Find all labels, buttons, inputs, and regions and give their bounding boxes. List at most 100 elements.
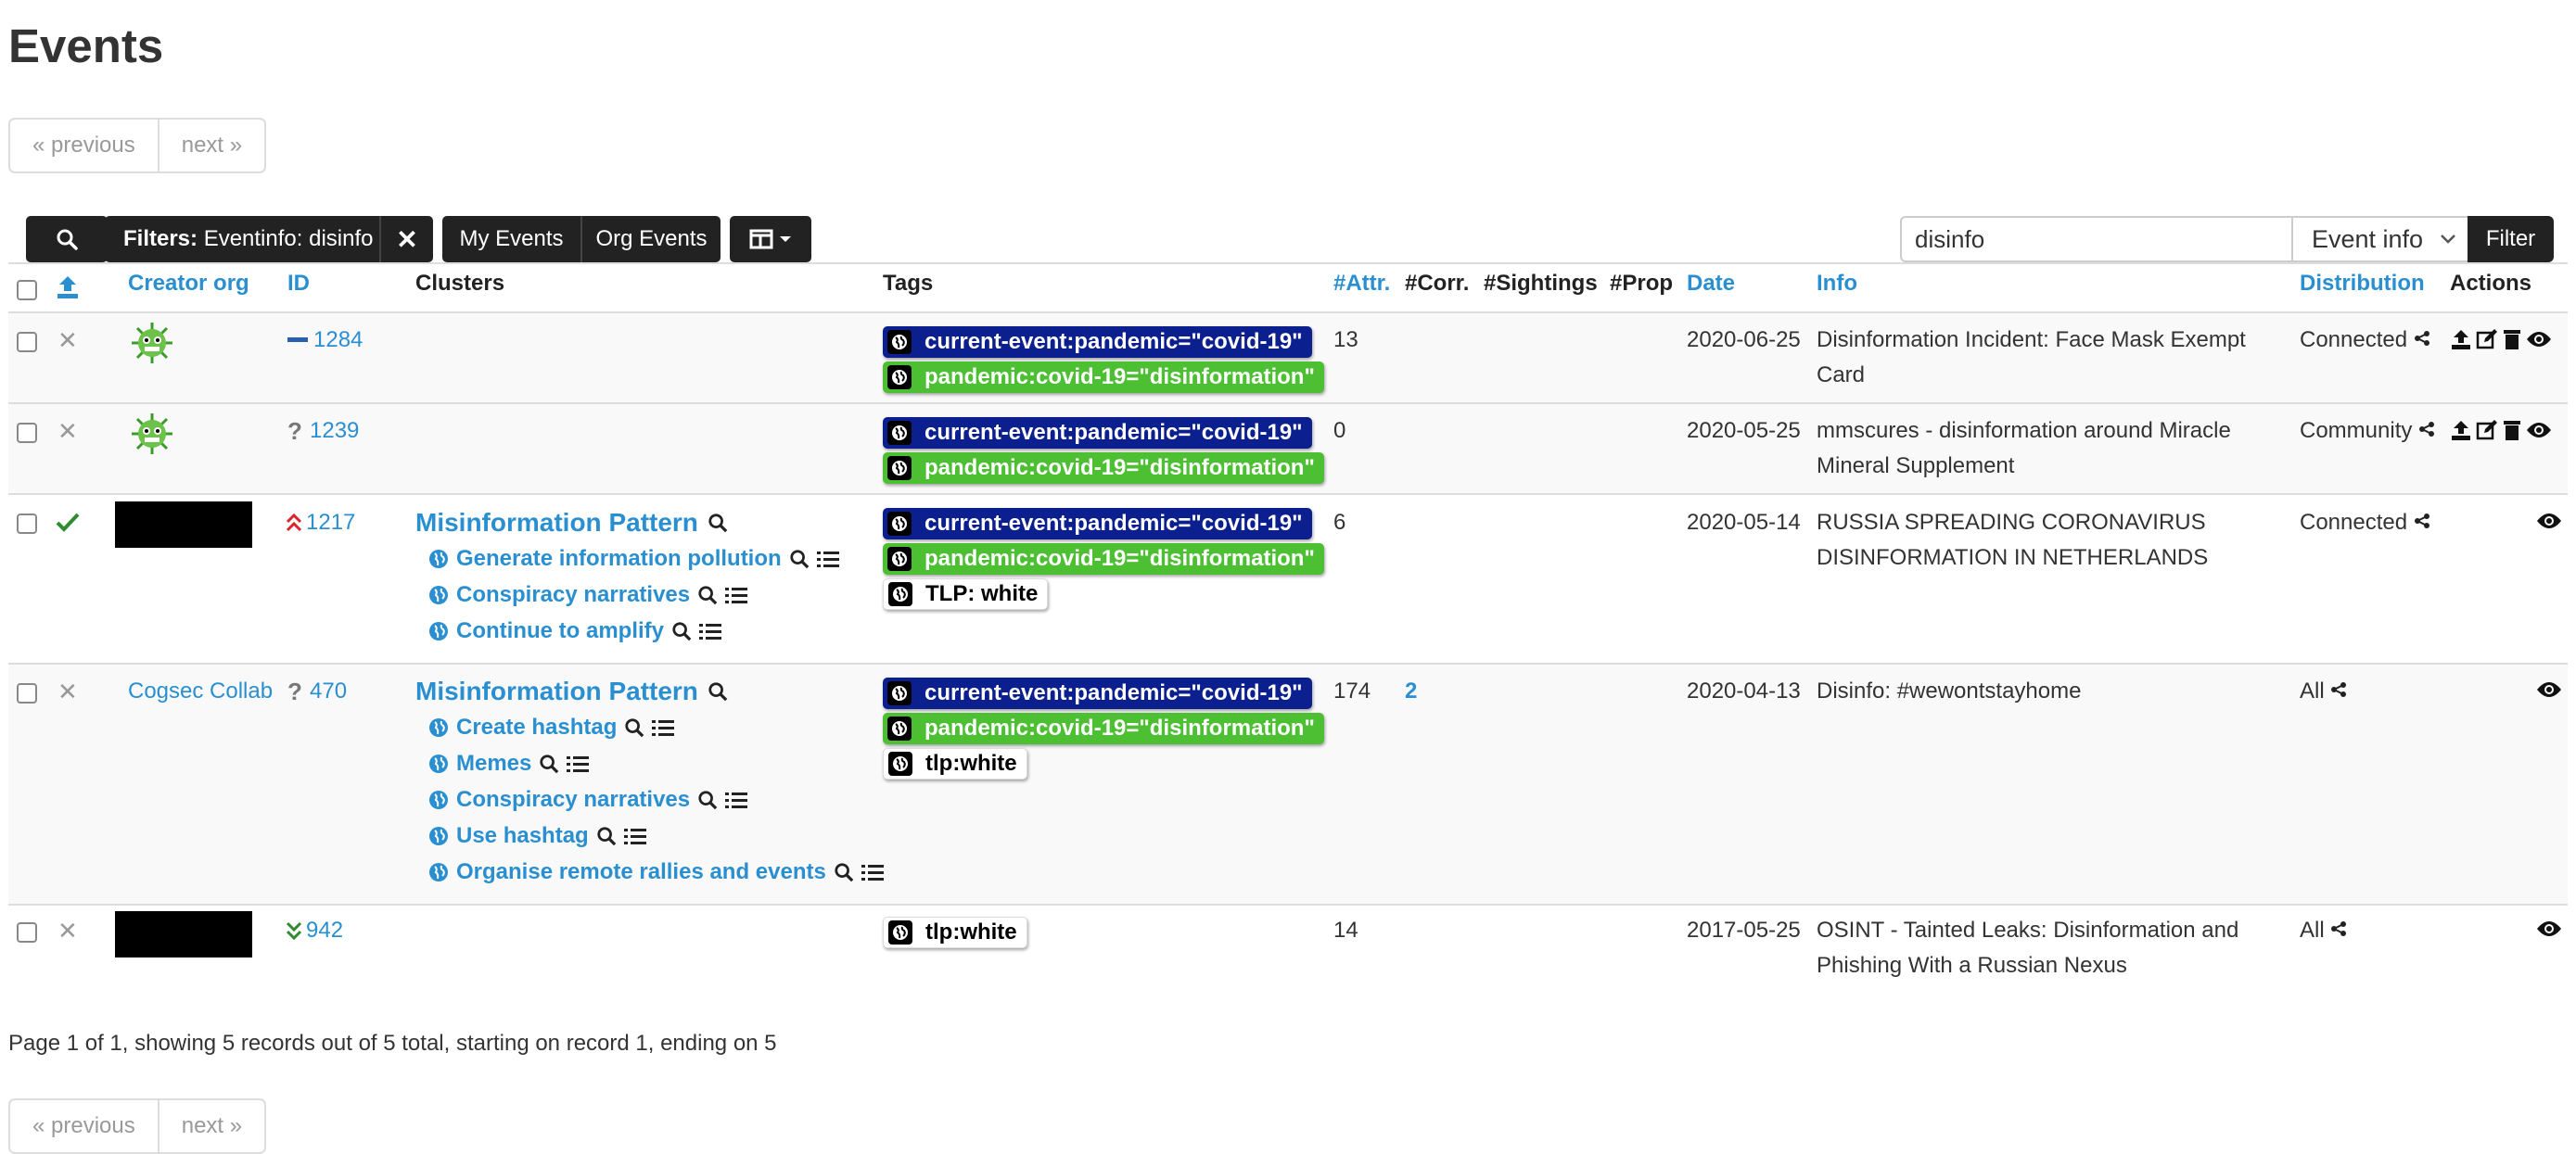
cluster-item[interactable]: Conspiracy narratives [428, 582, 748, 608]
globe-icon [428, 826, 449, 846]
column-header-attributes[interactable]: #Attr. [1333, 271, 1390, 297]
column-header-proposals: #Prop [1610, 271, 1674, 296]
clear-filters-close-icon[interactable]: ✕ [379, 216, 433, 262]
row-checkbox[interactable] [17, 514, 37, 534]
view-eye-icon[interactable] [2536, 919, 2562, 938]
event-id-link[interactable]: 1239 [310, 413, 359, 449]
distribution-value: Community [2300, 413, 2435, 449]
view-eye-icon[interactable] [2536, 512, 2562, 530]
correlation-count-link[interactable]: 2 [1405, 674, 1417, 709]
column-header-date[interactable]: Date [1687, 271, 1735, 297]
quick-search-input[interactable] [1900, 216, 2293, 262]
next-page-link[interactable]: next » [157, 120, 264, 171]
tag-label: TLP: white [925, 581, 1039, 606]
event-info: OSINT - Tainted Leaks: Disinformation an… [1817, 918, 2239, 978]
tag-pill[interactable]: current-event:pandemic="covid-19" [883, 326, 1312, 358]
tag-label: pandemic:covid-19="disinformation" [925, 364, 1315, 389]
previous-page-link[interactable]: « previous [10, 120, 158, 171]
columns-toggle-button[interactable] [730, 216, 811, 262]
column-header-creator-org[interactable]: Creator org [128, 271, 249, 297]
event-info: Disinformation Incident: Face Mask Exemp… [1817, 327, 2246, 387]
tag-pill[interactable]: pandemic:covid-19="disinformation" [883, 543, 1324, 575]
row-actions [2450, 419, 2552, 441]
tag-pill[interactable]: tlp:white [883, 748, 1027, 780]
view-eye-icon[interactable] [2526, 421, 2552, 439]
search-icon [697, 790, 718, 810]
unpublished-x-icon: ✕ [57, 326, 78, 354]
search-field-select[interactable]: Event info [2291, 216, 2469, 262]
tag-pill[interactable]: pandemic:covid-19="disinformation" [883, 452, 1324, 484]
distribution-value: All [2300, 913, 2347, 948]
event-id-link[interactable]: 470 [310, 674, 347, 709]
list-icon [816, 550, 839, 568]
row-checkbox[interactable] [17, 922, 37, 943]
view-eye-icon[interactable] [2526, 330, 2552, 349]
globe-icon [887, 456, 912, 480]
attribute-count: 14 [1333, 918, 1358, 943]
list-icon [623, 827, 646, 845]
published-sort-icon[interactable] [56, 274, 80, 300]
attribute-count: 6 [1333, 510, 1346, 535]
unpublished-x-icon: ✕ [57, 417, 78, 445]
cluster-item[interactable]: Memes [428, 751, 590, 777]
row-actions [2536, 680, 2562, 699]
galaxy-cluster-title[interactable]: Misinformation Pattern [415, 677, 728, 706]
delete-trash-icon[interactable] [2502, 419, 2522, 441]
cluster-item[interactable]: Organise remote rallies and events [428, 859, 884, 885]
cluster-item[interactable]: Continue to amplify [428, 618, 721, 644]
publish-upload-icon[interactable] [2450, 419, 2472, 441]
delete-trash-icon[interactable] [2502, 328, 2522, 350]
tag-pill[interactable]: tlp:white [883, 917, 1027, 948]
tag-pill[interactable]: current-event:pandemic="covid-19" [883, 417, 1312, 449]
column-header-id[interactable]: ID [287, 271, 310, 297]
publish-upload-icon[interactable] [2450, 328, 2472, 350]
select-all-checkbox[interactable] [17, 280, 37, 300]
search-icon [624, 717, 644, 738]
tag-pill[interactable]: current-event:pandemic="covid-19" [883, 678, 1312, 709]
search-toggle-button[interactable] [26, 216, 108, 262]
previous-page-link[interactable]: « previous [10, 1100, 158, 1152]
cluster-item[interactable]: Use hashtag [428, 823, 646, 849]
filter-submit-button[interactable]: Filter [2468, 216, 2554, 262]
column-header-info[interactable]: Info [1817, 271, 1857, 297]
tag-pill[interactable]: pandemic:covid-19="disinformation" [883, 361, 1324, 393]
row-checkbox[interactable] [17, 423, 37, 443]
active-filters-button[interactable]: Filters: Eventinfo: disinfo ✕ [105, 216, 433, 262]
globe-icon [428, 585, 449, 605]
globe-icon [428, 717, 449, 738]
column-header-clusters: Clusters [415, 271, 505, 296]
filters-label: Filters: Eventinfo: disinfo [123, 226, 374, 251]
tag-pill[interactable]: TLP: white [883, 578, 1049, 610]
threat-level-low-icon [287, 337, 308, 343]
edit-icon[interactable] [2476, 328, 2498, 350]
event-id-link[interactable]: 1217 [306, 505, 355, 540]
tag-pill[interactable]: pandemic:covid-19="disinformation" [883, 713, 1324, 744]
column-header-tags: Tags [883, 271, 934, 296]
view-eye-icon[interactable] [2536, 680, 2562, 699]
pagination-top: « previous next » [8, 118, 267, 173]
next-page-link[interactable]: next » [157, 1100, 264, 1152]
event-id-link[interactable]: 1284 [313, 323, 363, 358]
globe-icon [428, 862, 449, 882]
tag-label: pandemic:covid-19="disinformation" [925, 455, 1315, 480]
globe-icon [888, 582, 912, 606]
event-id-link[interactable]: 942 [306, 913, 343, 948]
row-checkbox[interactable] [17, 683, 37, 704]
cluster-item[interactable]: Create hashtag [428, 715, 675, 741]
cluster-item[interactable]: Generate information pollution [428, 546, 839, 572]
galaxy-cluster-title[interactable]: Misinformation Pattern [415, 508, 728, 538]
cluster-item[interactable]: Conspiracy narratives [428, 787, 748, 813]
row-divider [8, 904, 2568, 906]
org-events-button[interactable]: Org Events [580, 216, 721, 262]
globe-icon [428, 549, 449, 569]
row-checkbox[interactable] [17, 332, 37, 352]
event-scope-buttons: My Events Org Events [442, 216, 721, 262]
globe-icon [888, 920, 912, 945]
share-icon [2414, 513, 2430, 529]
edit-icon[interactable] [2476, 419, 2498, 441]
my-events-button[interactable]: My Events [442, 216, 580, 262]
creator-org-link[interactable]: Cogsec Collab [128, 674, 273, 709]
tag-label: tlp:white [925, 751, 1017, 776]
tag-pill[interactable]: current-event:pandemic="covid-19" [883, 508, 1312, 539]
column-header-distribution[interactable]: Distribution [2300, 271, 2425, 297]
